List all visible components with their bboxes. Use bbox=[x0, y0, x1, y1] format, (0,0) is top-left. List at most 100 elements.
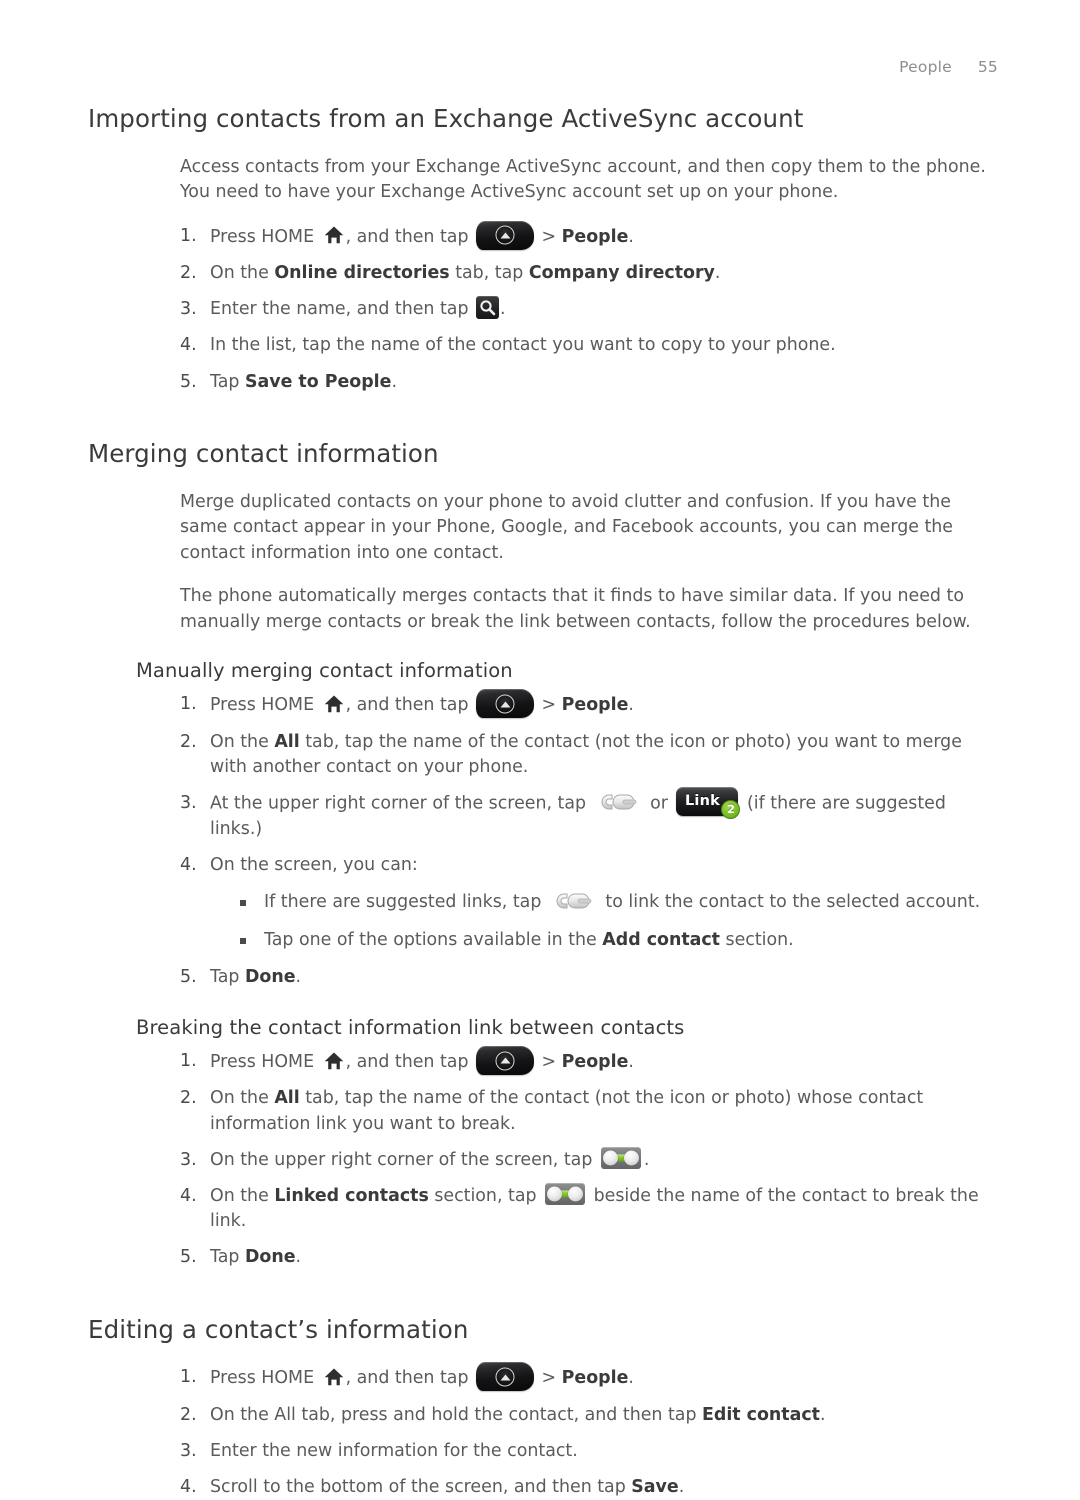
step-number: 1. bbox=[180, 1367, 197, 1388]
heading-editing-contact-information: Editing a contact’s information bbox=[88, 1314, 469, 1344]
step-number: 1. bbox=[180, 694, 197, 715]
step-item: 5. Tap Save to People. bbox=[180, 370, 1000, 395]
step-number: 2. bbox=[180, 263, 197, 284]
step-item: 2. On the All tab, tap the name of the co… bbox=[180, 730, 1000, 780]
step-number: 3. bbox=[180, 1149, 197, 1170]
break-link-icon bbox=[600, 1146, 641, 1169]
step-text: In the list, tap the name of the contact… bbox=[210, 335, 836, 356]
step-bold: Save bbox=[631, 1477, 679, 1498]
step-item: 4. On the screen, you can: If there are s… bbox=[180, 853, 1000, 953]
step-text: Scroll to the bottom of the screen, and … bbox=[210, 1477, 632, 1498]
step-tail: . bbox=[295, 1247, 302, 1268]
step-item: 1. Press HOME , and then tap > People. bbox=[180, 1362, 1000, 1392]
list-item: Tap one of the options available in the … bbox=[238, 928, 1000, 953]
step-tail: . bbox=[628, 1052, 634, 1073]
step-item: 4. Scroll to the bottom of the screen, an… bbox=[180, 1475, 1000, 1500]
step-text-mid: tab, tap the name of the contact (not th… bbox=[210, 731, 962, 777]
step-number: 5. bbox=[180, 1247, 197, 1268]
bullet-text-post: to link the contact to the selected acco… bbox=[599, 892, 981, 913]
step-tail: . bbox=[714, 263, 721, 284]
step-text-post: > bbox=[536, 226, 562, 247]
step-text-post: > bbox=[536, 1052, 562, 1073]
document-page: People 55 Importing contacts from an Exc… bbox=[0, 0, 1080, 1497]
step-bold: Edit contact bbox=[702, 1404, 820, 1425]
step-text: On the All tab, press and hold the conta… bbox=[210, 1404, 703, 1425]
step-number: 3. bbox=[180, 793, 197, 814]
step-bold: People bbox=[561, 1368, 629, 1389]
step-bold: People bbox=[561, 695, 629, 716]
step-bold: All bbox=[274, 1088, 300, 1109]
launcher-icon bbox=[476, 220, 535, 250]
break-link-icon bbox=[545, 1183, 586, 1206]
home-icon bbox=[323, 1051, 345, 1071]
step-text-mid: section, tap bbox=[428, 1186, 543, 1207]
bullet-text: If there are suggested links, tap bbox=[264, 892, 547, 913]
step-text: On the bbox=[210, 1088, 275, 1109]
link-count-badge: 2 bbox=[721, 800, 741, 820]
step-text: Press HOME bbox=[210, 1368, 320, 1389]
step-text-mid: , and then tap bbox=[345, 226, 475, 247]
steps-breaking-link: 1. Press HOME , and then tap > People. 2.… bbox=[88, 1046, 1000, 1271]
step-item: 3. At the upper right corner of the scree… bbox=[180, 787, 1000, 842]
step-item: 4. On the Linked contacts section, tap be… bbox=[180, 1183, 1000, 1234]
step-bold: Linked contacts bbox=[274, 1186, 429, 1207]
running-header-title: People bbox=[899, 58, 952, 76]
step-number: 5. bbox=[180, 371, 197, 392]
step-text: Press HOME bbox=[210, 1052, 320, 1073]
step-text-post: > bbox=[536, 695, 562, 716]
bullet-bold: Add contact bbox=[602, 929, 720, 950]
step-text-mid: , and then tap bbox=[345, 695, 475, 716]
step-item: 1. Press HOME , and then tap > People. bbox=[180, 689, 1000, 719]
step-text-mid: , and then tap bbox=[345, 1052, 475, 1073]
step-text: Tap bbox=[210, 1247, 245, 1268]
steps-manual-merge: 1. Press HOME , and then tap > People. 2.… bbox=[88, 689, 1000, 990]
step-tail: . bbox=[628, 226, 634, 247]
step-tail: . bbox=[678, 1477, 685, 1498]
steps-editing: 1. Press HOME , and then tap > People. 2.… bbox=[88, 1362, 1000, 1500]
step-item: 3. Enter the name, and then tap . bbox=[180, 296, 1000, 322]
page-content: Importing contacts from an Exchange Acti… bbox=[88, 104, 1000, 1500]
step-text: Press HOME bbox=[210, 695, 320, 716]
step-number: 2. bbox=[180, 1404, 197, 1425]
step-text: Tap bbox=[210, 371, 245, 392]
step-tail: . bbox=[628, 1368, 634, 1389]
link-grey-icon bbox=[550, 890, 597, 912]
step-bold: People bbox=[561, 226, 629, 247]
step-number: 4. bbox=[180, 1477, 197, 1498]
step-bold: Done bbox=[244, 966, 296, 987]
step-bold: People bbox=[561, 1052, 629, 1073]
step-item: 3. Enter the new information for the cont… bbox=[180, 1439, 1000, 1464]
launcher-icon bbox=[476, 689, 535, 719]
search-icon bbox=[476, 296, 500, 320]
step-item: 1. Press HOME , and then tap > People. bbox=[180, 220, 1000, 250]
step-text: Tap bbox=[210, 966, 245, 987]
step-bold: Done bbox=[244, 1247, 296, 1268]
launcher-icon bbox=[476, 1362, 535, 1392]
sub-bullet-list: If there are suggested links, tap to lin… bbox=[210, 890, 1000, 952]
launcher-icon bbox=[476, 1046, 535, 1076]
step-text: Enter the name, and then tap bbox=[210, 299, 475, 320]
step-item: 2. On the All tab, press and hold the con… bbox=[180, 1403, 1000, 1428]
running-header: People 55 bbox=[899, 58, 998, 76]
step-item: 1. Press HOME , and then tap > People. bbox=[180, 1046, 1000, 1076]
steps-importing: 1. Press HOME , and then tap > People. 2.… bbox=[88, 220, 1000, 395]
home-icon bbox=[323, 694, 345, 714]
step-text: Enter the new information for the contac… bbox=[210, 1440, 578, 1461]
link-button-icon: Link 2 bbox=[676, 787, 741, 820]
step-number: 4. bbox=[180, 855, 197, 876]
paragraph-merging-1: Merge duplicated contacts on your phone … bbox=[180, 491, 954, 563]
step-tail: . bbox=[643, 1149, 650, 1170]
step-text: On the bbox=[210, 1186, 275, 1207]
step-item: 4. In the list, tap the name of the conta… bbox=[180, 333, 1000, 358]
step-tail: . bbox=[295, 966, 302, 987]
step-text: At the upper right corner of the screen,… bbox=[210, 793, 592, 814]
step-text: Press HOME bbox=[210, 226, 320, 247]
step-item: 5. Tap Done. bbox=[180, 1245, 1000, 1270]
step-text: On the upper right corner of the screen,… bbox=[210, 1149, 598, 1170]
step-text-mid: tab, tap bbox=[449, 263, 529, 284]
step-number: 2. bbox=[180, 1088, 197, 1109]
step-item: 3. On the upper right corner of the scree… bbox=[180, 1146, 1000, 1173]
step-tail: . bbox=[500, 299, 506, 320]
step-item: 2. On the Online directories tab, tap Com… bbox=[180, 261, 1000, 286]
bullet-text-post: section. bbox=[720, 929, 794, 950]
